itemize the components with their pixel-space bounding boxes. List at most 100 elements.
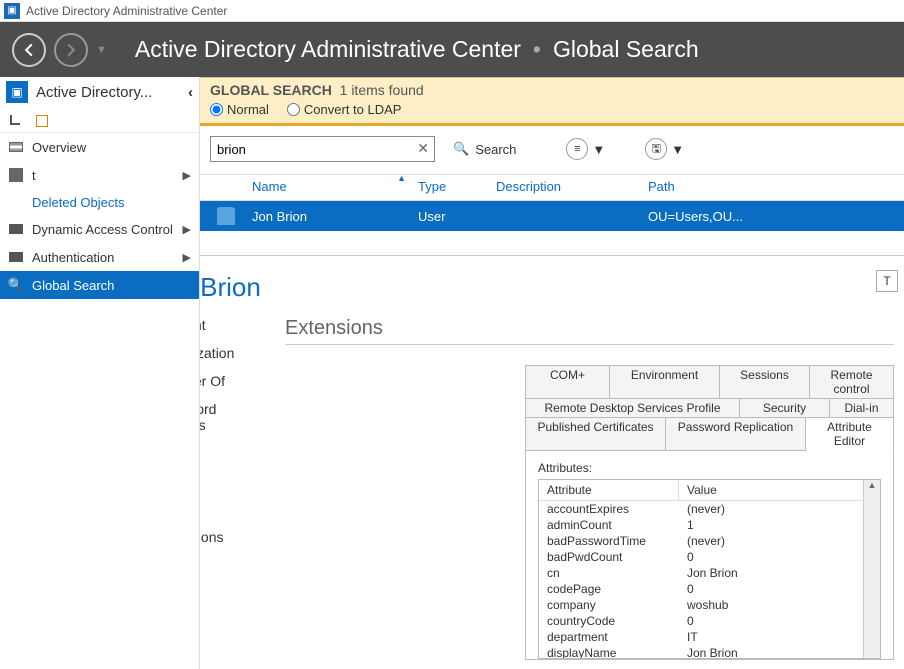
app-icon: ▣: [4, 3, 20, 19]
tasks-button[interactable]: T: [876, 270, 898, 292]
history-dropdown-icon[interactable]: ▼: [96, 44, 107, 56]
details-nav-account[interactable]: Account: [200, 317, 261, 333]
details-nav-extensions[interactable]: Extensions: [200, 529, 261, 545]
search-input[interactable]: [210, 136, 435, 162]
collapse-sidebar-icon[interactable]: ‹: [188, 84, 193, 101]
sidebar-item-label: Authentication: [32, 250, 114, 265]
attr-row[interactable]: departmentIT: [539, 629, 880, 645]
chevron-down-icon: ▼: [592, 142, 605, 157]
attr-row[interactable]: accountExpires(never): [539, 501, 880, 517]
sidebar-view-toggle: [0, 107, 199, 133]
attr-value: IT: [679, 629, 880, 645]
attr-row[interactable]: companywoshub: [539, 597, 880, 613]
attr-col-attribute[interactable]: Attribute: [539, 480, 679, 500]
tab-attribute-editor[interactable]: Attribute Editor: [806, 418, 894, 451]
global-search-band: GLOBAL SEARCH 1 items found Normal Conve…: [200, 77, 904, 126]
attr-row[interactable]: codePage0: [539, 581, 880, 597]
radio-normal[interactable]: Normal: [210, 102, 269, 117]
radio-ldap-input[interactable]: [287, 103, 300, 116]
details-nav-policy[interactable]: Policy: [200, 473, 261, 489]
titlebar: ▣ Active Directory Administrative Center: [0, 0, 904, 22]
tab-rds-profile[interactable]: Remote Desktop Services Profile: [526, 399, 740, 417]
sidebar-item-domain[interactable]: t ▶: [0, 161, 199, 189]
user-icon: [217, 207, 235, 225]
tab-com-plus[interactable]: COM+: [526, 366, 610, 398]
attr-value: (never): [679, 501, 880, 517]
tab-security[interactable]: Security: [740, 399, 830, 417]
sidebar-item-label: Overview: [32, 140, 86, 155]
back-button[interactable]: [12, 33, 46, 67]
filter-dropdown[interactable]: ≡ ▼: [566, 138, 605, 160]
search-button[interactable]: 🔍 Search: [447, 139, 522, 159]
attributes-label: Attributes:: [538, 461, 881, 475]
tab-sessions[interactable]: Sessions: [720, 366, 810, 398]
window-title: Active Directory Administrative Center: [26, 4, 227, 18]
details-nav-member-of[interactable]: Member Of: [200, 373, 261, 389]
attr-row[interactable]: badPwdCount0: [539, 549, 880, 565]
sort-asc-icon: ▲: [397, 173, 406, 183]
scrollbar[interactable]: ▲: [863, 480, 880, 658]
attr-name: adminCount: [539, 517, 679, 533]
attributes-table[interactable]: Attribute Value accountExpires(never)adm…: [538, 479, 881, 659]
attr-name: accountExpires: [539, 501, 679, 517]
authentication-icon: [9, 252, 23, 262]
attr-col-value[interactable]: Value: [679, 480, 880, 500]
sidebar-item-label: Global Search: [32, 278, 114, 293]
attr-row[interactable]: displayNameJon Brion: [539, 645, 880, 659]
gs-title: GLOBAL SEARCH: [210, 82, 332, 98]
sidebar-item-authentication[interactable]: Authentication ▶: [0, 243, 199, 271]
attr-row[interactable]: badPasswordTime(never): [539, 533, 880, 549]
sidebar-app-icon: ▣: [6, 81, 28, 103]
tab-remote-control[interactable]: Remote control: [810, 366, 894, 398]
grid-header: Name▲ Type Description Path: [200, 175, 904, 201]
sidebar-item-overview[interactable]: Overview: [0, 133, 199, 161]
header-app-name: Active Directory Administrative Center: [135, 36, 521, 63]
forward-button[interactable]: [54, 33, 88, 67]
gs-items-found: 1 items found: [340, 82, 424, 98]
chevron-right-icon: ▶: [183, 251, 191, 264]
attr-value: woshub: [679, 597, 880, 613]
attr-value: 0: [679, 581, 880, 597]
tab-password-replication[interactable]: Password Replication: [666, 418, 806, 451]
tree-view-icon[interactable]: [36, 113, 50, 127]
table-row[interactable]: Jon Brion User OU=Users,OU...: [200, 201, 904, 231]
col-name[interactable]: Name▲: [252, 179, 418, 194]
details-title: Jon Brion: [200, 272, 904, 303]
attr-name: codePage: [539, 581, 679, 597]
scroll-up-icon[interactable]: ▲: [864, 480, 880, 496]
breadcrumb[interactable]: Global Search: [553, 36, 699, 63]
radio-ldap[interactable]: Convert to LDAP: [287, 102, 402, 117]
details-nav-password-settings[interactable]: Password Settings: [200, 401, 261, 433]
attr-name: department: [539, 629, 679, 645]
attr-name: displayName: [539, 645, 679, 659]
col-description[interactable]: Description: [496, 179, 648, 194]
sidebar-item-deleted-objects[interactable]: Deleted Objects: [0, 189, 199, 215]
content-area: GLOBAL SEARCH 1 items found Normal Conve…: [200, 77, 904, 669]
clear-search-icon[interactable]: ✕: [417, 140, 429, 157]
col-path[interactable]: Path: [648, 179, 904, 194]
attr-row[interactable]: adminCount1: [539, 517, 880, 533]
attr-value: Jon Brion: [679, 565, 880, 581]
tab-environment[interactable]: Environment: [610, 366, 720, 398]
list-view-icon[interactable]: [10, 115, 20, 125]
details-nav-organization[interactable]: Organization: [200, 345, 261, 361]
tab-dial-in[interactable]: Dial-in: [830, 399, 894, 417]
details-nav-silo[interactable]: Silo: [200, 501, 261, 517]
search-icon: 🔍: [453, 141, 469, 157]
details-nav-profile[interactable]: Profile: [200, 445, 261, 461]
sidebar-item-global-search[interactable]: 🔍 Global Search: [0, 271, 199, 299]
overview-icon: [9, 142, 23, 152]
col-type[interactable]: Type: [418, 179, 496, 194]
domain-icon: [9, 168, 23, 182]
section-title: Extensions: [285, 317, 894, 345]
chevron-down-icon: ▼: [671, 142, 684, 157]
sidebar-item-dynamic-access[interactable]: Dynamic Access Control ▶: [0, 215, 199, 243]
attr-row[interactable]: countryCode0: [539, 613, 880, 629]
radio-normal-input[interactable]: [210, 103, 223, 116]
attr-name: badPasswordTime: [539, 533, 679, 549]
attr-row[interactable]: cnJon Brion: [539, 565, 880, 581]
tab-published-certs[interactable]: Published Certificates: [526, 418, 666, 451]
search-icon: 🔍: [8, 277, 24, 293]
cell-type: User: [418, 209, 496, 224]
save-dropdown[interactable]: 🖫 ▼: [645, 138, 684, 160]
